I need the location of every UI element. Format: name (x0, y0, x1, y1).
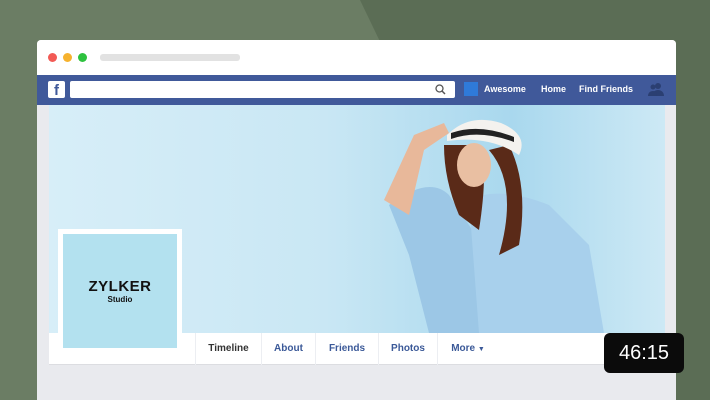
friends-icon[interactable] (647, 82, 665, 96)
title-bar (37, 40, 676, 75)
address-bar[interactable] (100, 54, 240, 61)
profile-picture[interactable]: ZYLKER Studio (58, 229, 182, 353)
tab-photos[interactable]: Photos (379, 333, 438, 365)
page-icon (464, 82, 478, 96)
maximize-dot[interactable] (78, 53, 87, 62)
nav-page-awesome[interactable]: Awesome (484, 84, 526, 94)
browser-window: f Awesome Home Find Friends Timeline Abo… (37, 40, 676, 400)
nav-home[interactable]: Home (541, 84, 566, 94)
tab-friends[interactable]: Friends (316, 333, 379, 365)
profile-subtitle: Studio (107, 295, 133, 304)
tab-more-label: More (451, 343, 476, 354)
search-input[interactable] (70, 81, 455, 98)
tab-about[interactable]: About (262, 333, 316, 365)
facebook-navbar: f Awesome Home Find Friends (37, 75, 676, 105)
facebook-logo-icon[interactable]: f (48, 81, 65, 99)
nav-find-friends[interactable]: Find Friends (579, 84, 633, 94)
close-dot[interactable] (48, 53, 57, 62)
chevron-down-icon: ▼ (477, 346, 485, 353)
profile-content: Timeline About Friends Photos More ▼ ZYL… (37, 105, 676, 400)
tab-more[interactable]: More ▼ (438, 333, 498, 365)
tab-timeline[interactable]: Timeline (195, 333, 262, 365)
video-duration-badge: 46:15 (604, 333, 684, 373)
minimize-dot[interactable] (63, 53, 72, 62)
profile-name: ZYLKER (88, 278, 152, 295)
search-icon[interactable] (435, 84, 446, 95)
